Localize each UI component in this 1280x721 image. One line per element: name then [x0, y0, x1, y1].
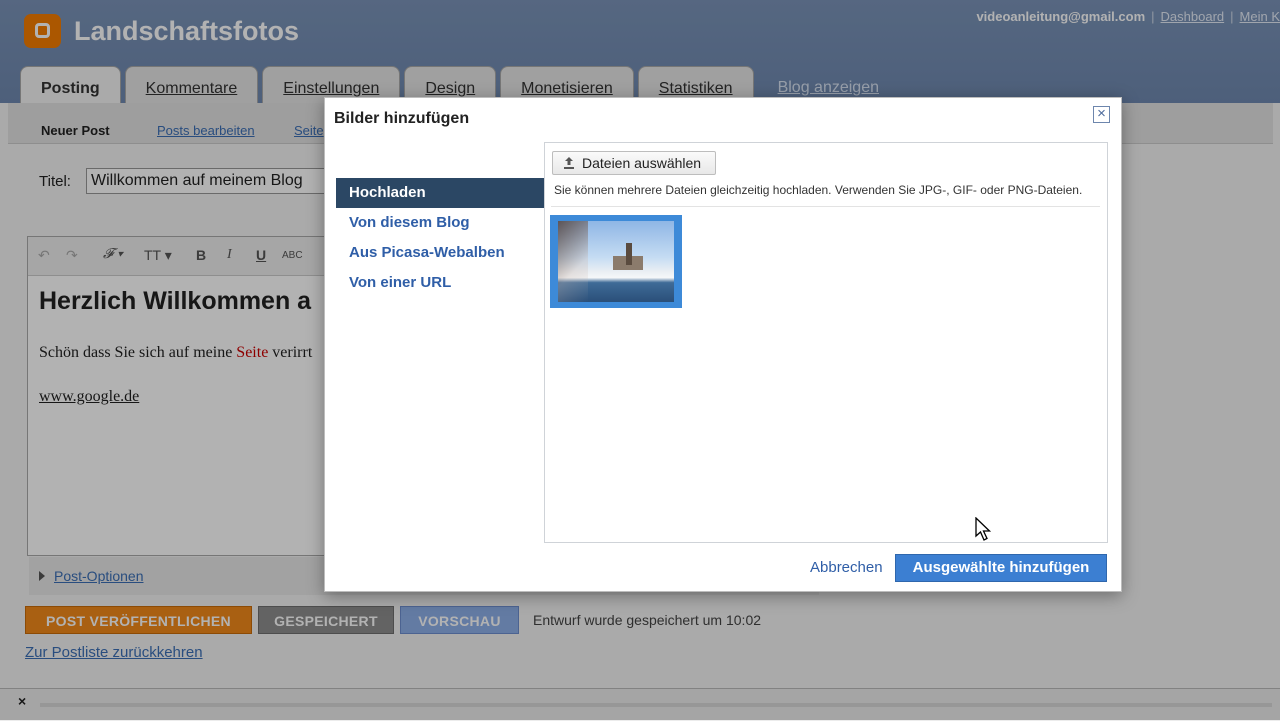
nav-picasa-albums[interactable]: Aus Picasa-Webalben	[336, 238, 544, 268]
close-icon[interactable]: ×	[1093, 106, 1110, 123]
choose-files-button[interactable]: Dateien auswählen	[552, 151, 716, 175]
divider	[551, 206, 1100, 207]
dialog-title: Bilder hinzufügen	[334, 110, 470, 127]
add-selected-button[interactable]: Ausgewählte hinzufügen	[895, 554, 1107, 582]
add-images-dialog: Bilder hinzufügen × Hochladen Von diesem…	[324, 97, 1122, 592]
dialog-source-nav: Hochladen Von diesem Blog Aus Picasa-Web…	[336, 178, 556, 298]
upload-panel: Dateien auswählen Sie können mehrere Dat…	[544, 142, 1108, 543]
upload-icon	[564, 157, 574, 169]
nav-upload[interactable]: Hochladen	[336, 178, 556, 208]
choose-files-label: Dateien auswählen	[582, 155, 702, 171]
cancel-button[interactable]: Abbrechen	[810, 559, 883, 576]
nav-from-this-blog[interactable]: Von diesem Blog	[336, 208, 544, 238]
selected-image-thumbnail[interactable]	[550, 215, 682, 308]
landscape-photo	[558, 221, 674, 302]
mouse-cursor-icon	[975, 517, 992, 541]
nav-from-url[interactable]: Von einer URL	[336, 268, 544, 298]
upload-hint: Sie können mehrere Dateien gleichzeitig …	[554, 183, 1083, 197]
